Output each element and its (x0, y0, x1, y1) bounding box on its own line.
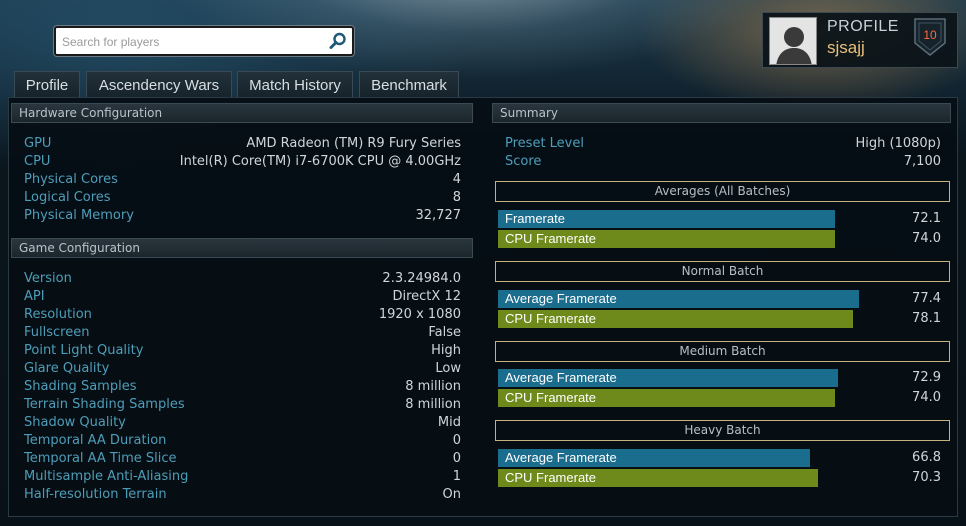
batch-header-heavy: Heavy Batch (495, 420, 950, 441)
level-value: 10 (923, 28, 937, 42)
game-row-temporal-aa-duration: Temporal AA Duration 0 (24, 433, 461, 448)
level-badge: 10 (913, 17, 947, 57)
game-config-header: Game Configuration (11, 238, 473, 258)
tab-ascendency-wars[interactable]: Ascendency Wars (86, 71, 232, 99)
hardware-row-cpu: CPU Intel(R) Core(TM) i7-6700K CPU @ 4.00… (24, 154, 461, 169)
bar-normal-average-framerate: Average Framerate (498, 290, 859, 308)
game-row-half-res-terrain: Half-resolution Terrain On (24, 487, 461, 502)
game-row-point-light-quality: Point Light Quality High (24, 343, 461, 358)
hardware-row-gpu: GPU AMD Radeon (TM) R9 Fury Series (24, 136, 461, 151)
bar-value-averages-cpu-framerate: 74.0 (912, 231, 941, 246)
profile-box[interactable]: PROFILE sjsajj 10 (762, 12, 958, 68)
profile-username[interactable]: sjsajj (827, 38, 865, 58)
hardware-config-list: GPU AMD Radeon (TM) R9 Fury Series CPU Int… (24, 135, 461, 225)
game-row-terrain-shading-samples: Terrain Shading Samples 8 million (24, 397, 461, 412)
bar-value-heavy-cpu-framerate: 70.3 (912, 470, 941, 485)
bar-value-normal-average-framerate: 77.4 (912, 291, 941, 306)
hardware-config-header: Hardware Configuration (11, 103, 473, 123)
bar-value-heavy-average-framerate: 66.8 (912, 450, 941, 465)
summary-row-preset: Preset Level High (1080p) (505, 136, 941, 151)
hardware-row-physical-cores: Physical Cores 4 (24, 172, 461, 187)
bar-value-averages-framerate: 72.1 (912, 211, 941, 226)
bar-value-medium-cpu-framerate: 74.0 (912, 390, 941, 405)
game-row-api: API DirectX 12 (24, 289, 461, 304)
game-row-msaa: Multisample Anti-Aliasing 1 (24, 469, 461, 484)
game-row-shading-samples: Shading Samples 8 million (24, 379, 461, 394)
tab-profile[interactable]: Profile (14, 71, 80, 99)
bar-averages-cpu-framerate: CPU Framerate (498, 230, 835, 248)
search-input[interactable] (62, 32, 324, 52)
bar-value-normal-cpu-framerate: 78.1 (912, 311, 941, 326)
tab-match-history[interactable]: Match History (237, 71, 353, 99)
game-row-glare-quality: Glare Quality Low (24, 361, 461, 376)
profile-label: PROFILE (827, 18, 899, 35)
game-row-resolution: Resolution 1920 x 1080 (24, 307, 461, 322)
tab-benchmark[interactable]: Benchmark (359, 71, 459, 99)
hardware-row-physical-memory: Physical Memory 32,727 (24, 208, 461, 223)
bar-heavy-cpu-framerate: CPU Framerate (498, 469, 818, 487)
game-row-fullscreen: Fullscreen False (24, 325, 461, 340)
batch-header-medium: Medium Batch (495, 341, 950, 362)
user-silhouette-icon (770, 18, 816, 64)
avatar[interactable] (769, 17, 817, 65)
summary-header: Summary (492, 103, 951, 123)
player-search (54, 26, 354, 56)
bar-medium-cpu-framerate: CPU Framerate (498, 389, 835, 407)
game-row-temporal-aa-time-slice: Temporal AA Time Slice 0 (24, 451, 461, 466)
batch-header-normal: Normal Batch (495, 261, 950, 282)
bar-heavy-average-framerate: Average Framerate (498, 449, 810, 467)
bar-value-medium-average-framerate: 72.9 (912, 370, 941, 385)
bar-medium-average-framerate: Average Framerate (498, 369, 838, 387)
hardware-row-logical-cores: Logical Cores 8 (24, 190, 461, 205)
game-row-version: Version 2.3.24984.0 (24, 271, 461, 286)
bar-averages-framerate: Framerate (498, 210, 835, 228)
game-row-shadow-quality: Shadow Quality Mid (24, 415, 461, 430)
batch-header-averages: Averages (All Batches) (495, 181, 950, 202)
summary-row-score: Score 7,100 (505, 154, 941, 169)
search-icon[interactable] (328, 31, 348, 51)
game-config-list: Version 2.3.24984.0 API DirectX 12 Resolut… (24, 270, 461, 504)
bar-normal-cpu-framerate: CPU Framerate (498, 310, 853, 328)
